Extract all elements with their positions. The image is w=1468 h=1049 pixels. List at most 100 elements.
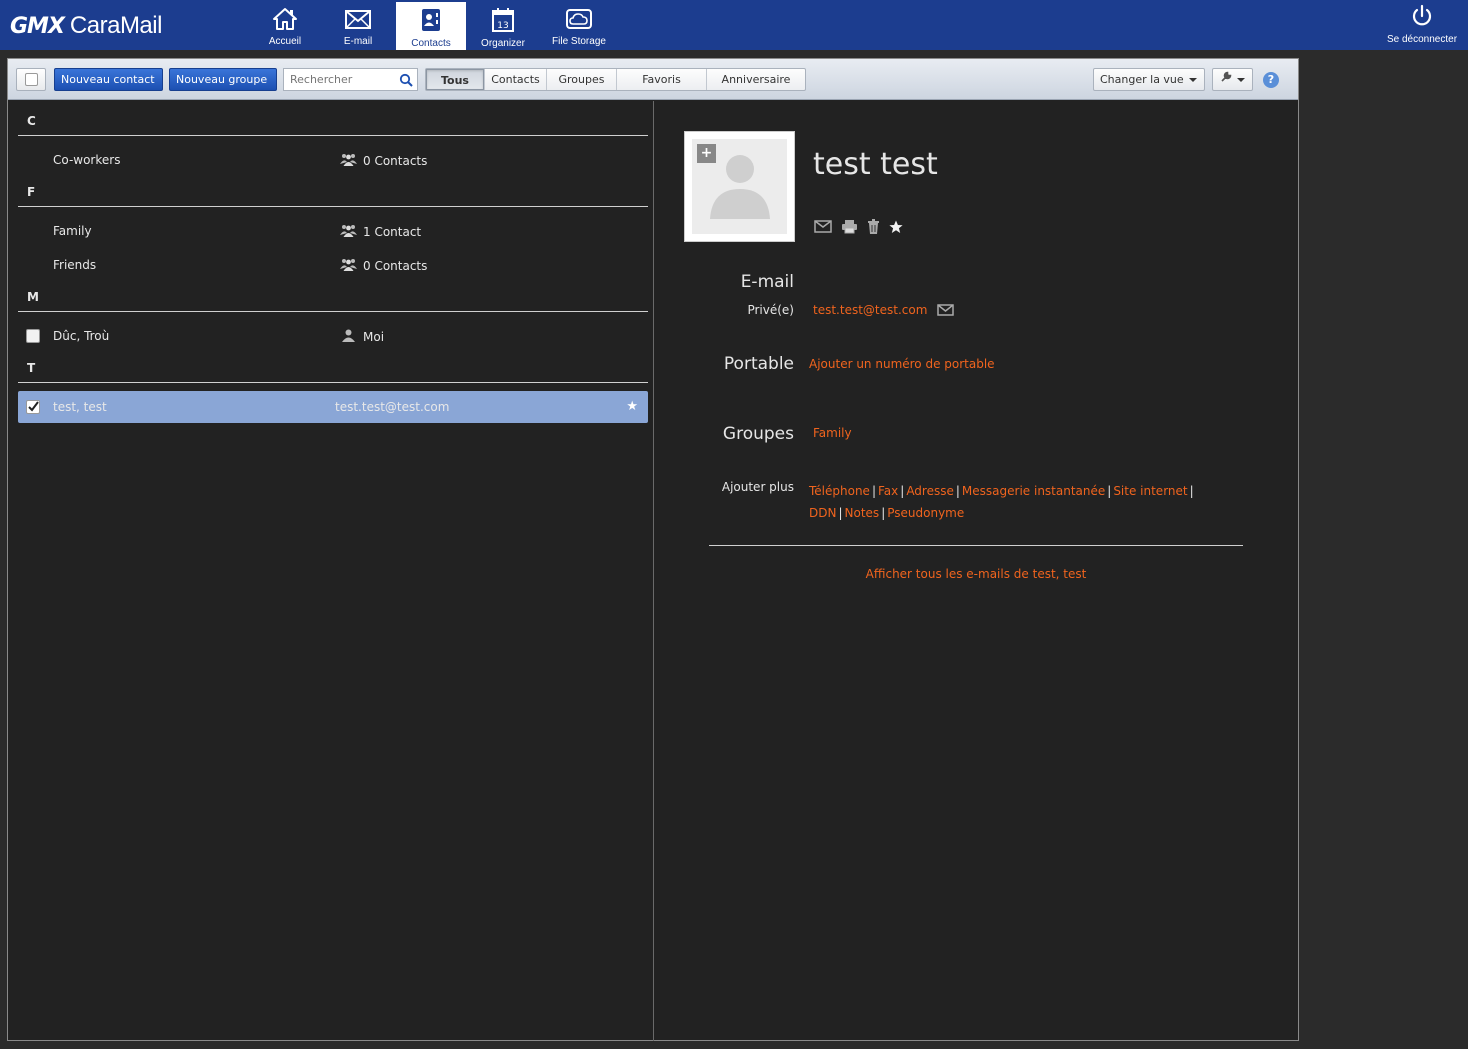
- add-notes-link[interactable]: Notes: [845, 506, 880, 520]
- search-box: [283, 68, 418, 91]
- list-item-info: 0 Contacts: [340, 258, 427, 274]
- group-link-family[interactable]: Family: [813, 426, 852, 440]
- settings-menu-button[interactable]: [1212, 68, 1253, 91]
- nav-home-label: Accueil: [268, 36, 302, 47]
- list-item-me: Moi: [363, 330, 385, 344]
- contact-actions: [814, 219, 912, 234]
- gmx-caramail-logo[interactable]: GMX CaraMail: [10, 12, 162, 40]
- print-icon[interactable]: [841, 219, 858, 234]
- list-item-info: Moi: [340, 329, 384, 345]
- person-icon: [340, 329, 363, 345]
- tab-tous[interactable]: Tous: [426, 69, 484, 90]
- separator: |: [1189, 484, 1194, 498]
- row-checkbox[interactable]: [26, 329, 40, 343]
- nav-home[interactable]: Accueil: [262, 2, 308, 50]
- separator: |: [1107, 484, 1112, 498]
- add-fax-link[interactable]: Fax: [878, 484, 898, 498]
- add-im-link[interactable]: Messagerie instantanée: [962, 484, 1105, 498]
- list-item[interactable]: Family 1 Contact: [18, 215, 648, 247]
- group-icon: [340, 258, 363, 274]
- chevron-down-icon: [1237, 77, 1245, 82]
- list-item-name: Friends: [53, 258, 97, 272]
- tab-contacts[interactable]: Contacts: [484, 69, 546, 90]
- nav-email[interactable]: E-mail: [336, 2, 380, 50]
- nav-email-label: E-mail: [343, 36, 373, 47]
- nav-contacts[interactable]: Contacts: [396, 2, 466, 50]
- star-icon[interactable]: ★: [626, 399, 638, 414]
- section-letter: F: [18, 180, 648, 207]
- add-phone-link[interactable]: Téléphone: [809, 484, 870, 498]
- mail-icon: [344, 2, 372, 34]
- logout-button[interactable]: Se déconnecter: [1380, 4, 1464, 48]
- add-mobile-link[interactable]: Ajouter un numéro de portable: [809, 357, 995, 371]
- section-letter: T: [18, 356, 648, 383]
- nav-organizer-label: Organizer: [481, 38, 525, 49]
- delete-icon[interactable]: [867, 219, 880, 234]
- email-heading: E-mail: [740, 272, 794, 292]
- separator: |: [955, 484, 960, 498]
- home-icon: [272, 2, 298, 34]
- show-all-emails-link[interactable]: Afficher tous les e-mails de test, test: [709, 567, 1243, 581]
- select-all-box: [24, 73, 38, 86]
- logo-brand: GMX: [10, 14, 65, 39]
- table-row[interactable]: test, test test.test@test.com ★: [18, 391, 648, 423]
- tab-groupes[interactable]: Groupes: [546, 69, 616, 90]
- row-checkbox[interactable]: [26, 400, 40, 414]
- email-link[interactable]: test.test@test.com: [813, 303, 927, 317]
- send-mail-icon[interactable]: [814, 220, 832, 233]
- group-icon: [340, 224, 363, 240]
- separator: |: [838, 506, 843, 520]
- detail-divider: [709, 545, 1243, 546]
- search-input[interactable]: [284, 69, 394, 90]
- top-navigation-bar: GMX CaraMail Accueil E-mail Contacts 13 …: [0, 0, 1468, 50]
- contacts-icon: [418, 2, 444, 36]
- nav-organizer[interactable]: 13 Organizer: [478, 2, 528, 50]
- list-item-count: 0 Contacts: [363, 154, 428, 168]
- pane-divider: [653, 101, 654, 1041]
- new-contact-button[interactable]: Nouveau contact: [54, 68, 163, 91]
- svg-text:13: 13: [497, 21, 508, 31]
- list-item-email: test.test@test.com: [335, 400, 450, 414]
- separator: |: [881, 506, 886, 520]
- list-item-name: Dûc, Troù: [53, 329, 110, 343]
- email-type-label: Privé(e): [747, 303, 794, 317]
- group-icon: [340, 153, 363, 169]
- list-item-count: 1 Contact: [363, 225, 422, 239]
- nav-file-storage[interactable]: File Storage: [549, 2, 609, 50]
- change-view-button[interactable]: Changer la vue: [1093, 68, 1205, 91]
- list-item-name: Co-workers: [53, 153, 121, 167]
- contact-list: C Co-workers 0 Contacts F Family 1 Conta…: [8, 101, 653, 1041]
- add-photo-button[interactable]: +: [697, 144, 716, 163]
- contacts-toolbar: Nouveau contact Nouveau groupe Tous Cont…: [8, 59, 1298, 100]
- help-icon[interactable]: ?: [1263, 72, 1279, 88]
- list-item-info: 1 Contact: [340, 224, 421, 240]
- add-more-links: Téléphone | Fax | Adresse | Messagerie instant…: [809, 480, 1209, 524]
- calendar-icon: 13: [490, 2, 516, 36]
- section-letter: C: [18, 109, 648, 136]
- new-group-button[interactable]: Nouveau groupe: [169, 68, 277, 91]
- separator: |: [900, 484, 905, 498]
- search-icon[interactable]: [399, 73, 413, 90]
- list-item[interactable]: Dûc, Troù Moi: [18, 320, 648, 352]
- tab-favoris[interactable]: Favoris: [616, 69, 706, 90]
- contacts-frame: Nouveau contact Nouveau groupe Tous Cont…: [7, 58, 1299, 1041]
- avatar: +: [684, 131, 795, 242]
- list-item[interactable]: Friends 0 Contacts: [18, 249, 648, 281]
- add-nickname-link[interactable]: Pseudonyme: [887, 506, 964, 520]
- add-birthday-link[interactable]: DDN: [809, 506, 836, 520]
- nav-contacts-label: Contacts: [411, 38, 451, 49]
- avatar-placeholder: +: [692, 139, 787, 234]
- list-item-name: test, test: [53, 400, 107, 414]
- add-address-link[interactable]: Adresse: [906, 484, 954, 498]
- list-item[interactable]: Co-workers 0 Contacts: [18, 144, 648, 176]
- chevron-down-icon: [1188, 77, 1197, 82]
- add-website-link[interactable]: Site internet: [1113, 484, 1187, 498]
- favorite-star-icon[interactable]: [889, 220, 903, 234]
- nav-file-storage-label: File Storage: [552, 36, 606, 47]
- send-mail-icon[interactable]: [937, 304, 955, 316]
- groups-heading: Groupes: [722, 424, 794, 444]
- list-item-name: Family: [53, 224, 92, 238]
- tab-anniversaire[interactable]: Anniversaire: [706, 69, 805, 90]
- select-all-checkbox[interactable]: [16, 68, 46, 91]
- power-icon: [1410, 4, 1434, 31]
